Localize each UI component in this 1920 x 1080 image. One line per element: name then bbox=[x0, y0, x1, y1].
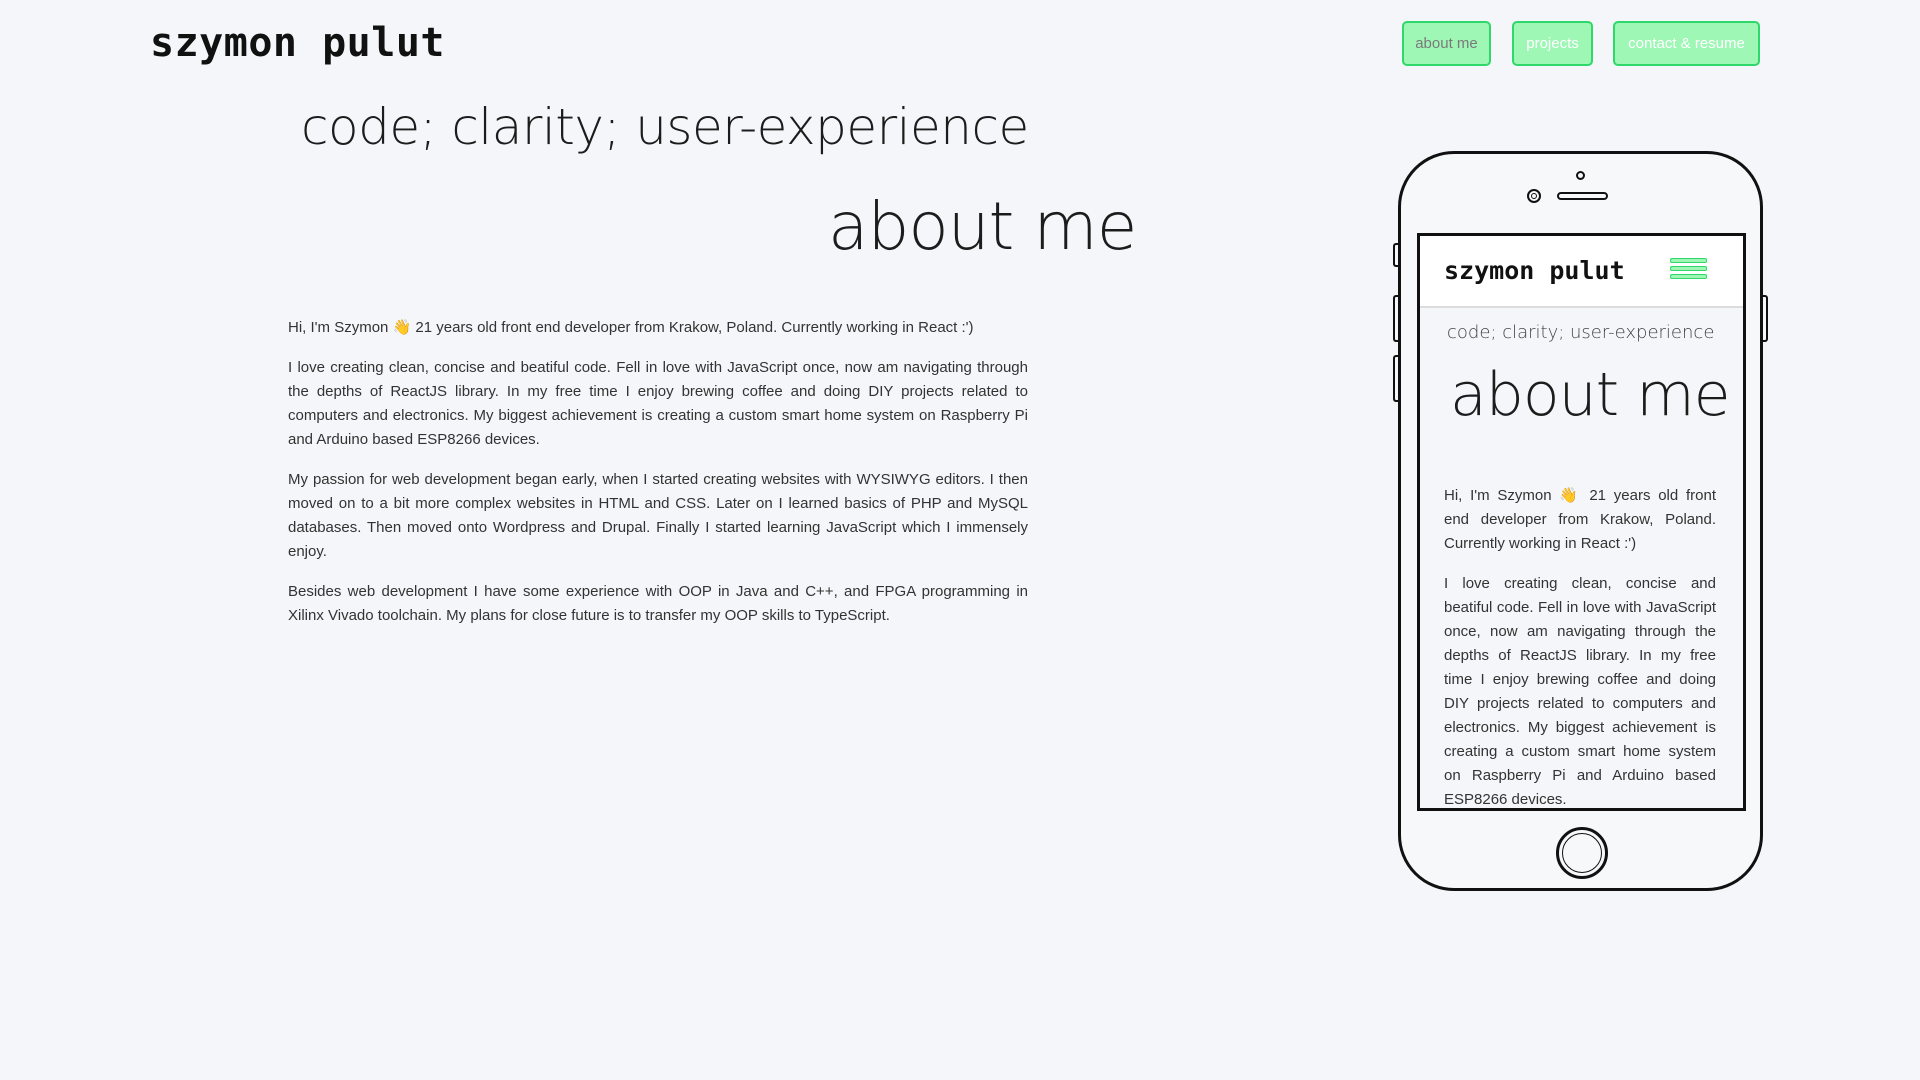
mobile-about-text: Hi, I'm Szymon 👋 21 years old front end … bbox=[1444, 484, 1716, 808]
mobile-section-title: about me bbox=[1450, 360, 1731, 430]
hamburger-line bbox=[1670, 266, 1707, 271]
mobile-tagline: code; clarity; user-experience bbox=[1447, 322, 1715, 343]
phone-volume-up bbox=[1393, 295, 1398, 342]
phone-sensor bbox=[1576, 171, 1585, 180]
mobile-about-paragraph: Hi, I'm Szymon 👋 21 years old front end … bbox=[1444, 487, 1716, 552]
section-title: about me bbox=[828, 188, 1137, 265]
about-paragraph: Hi, I'm Szymon 👋 21 years old front end … bbox=[288, 319, 974, 336]
hamburger-menu-icon bbox=[1670, 258, 1707, 282]
phone-mockup: szymon pulut code; clarity; user-experie… bbox=[1393, 151, 1768, 891]
mobile-about-paragraph: I love creating clean, concise and beati… bbox=[1444, 575, 1716, 808]
about-paragraph: Besides web development I have some expe… bbox=[288, 583, 1028, 624]
site-brand[interactable]: szymon pulut bbox=[150, 20, 445, 66]
phone-screen: szymon pulut code; clarity; user-experie… bbox=[1417, 233, 1746, 811]
phone-speaker bbox=[1557, 192, 1608, 200]
phone-power-button bbox=[1763, 295, 1768, 342]
page: szymon pulut about me projects contact &… bbox=[0, 0, 1920, 1080]
about-paragraph: My passion for web development began ear… bbox=[288, 471, 1028, 560]
nav-contact-resume-button[interactable]: contact & resume bbox=[1613, 21, 1760, 66]
about-paragraph: I love creating clean, concise and beati… bbox=[288, 359, 1028, 448]
phone-volume-down bbox=[1393, 355, 1398, 402]
phone-camera-icon bbox=[1527, 189, 1541, 203]
mobile-header: szymon pulut bbox=[1420, 236, 1743, 308]
nav-projects-button[interactable]: projects bbox=[1512, 21, 1593, 66]
nav-about-me-button[interactable]: about me bbox=[1402, 21, 1491, 66]
hamburger-line bbox=[1670, 258, 1707, 263]
hamburger-line bbox=[1670, 274, 1707, 279]
tagline: code; clarity; user-experience bbox=[301, 98, 1029, 156]
mobile-brand: szymon pulut bbox=[1444, 256, 1625, 285]
phone-mute-switch bbox=[1393, 243, 1398, 267]
main-nav: about me projects contact & resume bbox=[1402, 21, 1760, 66]
phone-home-button bbox=[1556, 827, 1608, 879]
about-text: Hi, I'm Szymon 👋 21 years old front end … bbox=[288, 316, 1028, 644]
